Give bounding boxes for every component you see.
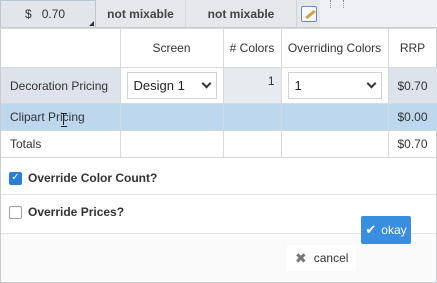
colors-count[interactable]: 1 (222, 67, 282, 104)
row-label: Decoration Pricing (1, 67, 121, 104)
edit-button[interactable] (296, 0, 320, 28)
rrp-value: $0.70 (387, 67, 437, 104)
mix-status-cell-1[interactable]: not mixable (96, 0, 186, 28)
screen-cell (119, 130, 224, 158)
chevron-down-icon (366, 78, 376, 89)
override-prices-label: Override Prices? (28, 205, 125, 219)
pricing-table: Screen # Colors Overriding Colors RRP De… (1, 28, 437, 158)
override-prices-option[interactable]: Override Prices? (9, 205, 124, 219)
close-icon: ✖ (295, 249, 307, 266)
header-rrp: RRP (387, 28, 437, 68)
overriding-cell: 1 (280, 67, 389, 104)
override-color-count-checkbox[interactable]: ✓ (9, 171, 22, 185)
screen-cell: Design 1 (119, 67, 224, 104)
top-strip: $ 0.70 not mixable not mixable (0, 0, 437, 28)
table-row-totals: Totals $0.70 (1, 130, 437, 158)
overriding-select-value: 1 (294, 78, 302, 93)
cell-corner-icon (89, 21, 94, 26)
screen-select[interactable]: Design 1 (126, 72, 217, 99)
override-color-count-label: Override Color Count? (28, 171, 158, 185)
drag-handle[interactable] (330, 0, 344, 8)
cancel-button[interactable]: ✖ cancel (287, 245, 357, 271)
overriding-colors-select[interactable]: 1 (287, 72, 382, 99)
override-color-count-option[interactable]: ✓ Override Color Count? (9, 171, 157, 185)
text-cursor-icon (61, 113, 67, 127)
mix-status-label: not mixable (107, 7, 174, 21)
mix-status-cell-2[interactable]: not mixable (186, 0, 296, 28)
check-icon: ✔ (365, 222, 377, 237)
divider (1, 194, 436, 195)
overriding-cell (280, 130, 389, 158)
overriding-cell[interactable] (280, 103, 389, 131)
price-cell[interactable]: $ 0.70 (0, 0, 96, 28)
pricing-dialog: Screen # Colors Overriding Colors RRP De… (0, 27, 437, 283)
override-prices-checkbox[interactable] (9, 205, 22, 219)
screen-cell[interactable] (119, 103, 224, 131)
header-overriding-colors: Overriding Colors (280, 28, 389, 68)
header-screen: Screen (119, 28, 224, 68)
header-blank (1, 28, 121, 68)
table-header-row: Screen # Colors Overriding Colors RRP (1, 28, 437, 68)
screen-select-value: Design 1 (133, 78, 185, 93)
okay-label: okay (381, 223, 407, 237)
rrp-value: $0.00 (387, 103, 437, 131)
okay-button[interactable]: ✔ okay (361, 216, 411, 244)
table-row: Decoration Pricing Design 1 1 1 $0.70 (1, 67, 437, 104)
price-symbol: $ (25, 7, 32, 21)
header-colors: # Colors (222, 28, 282, 68)
chevron-down-icon (201, 78, 211, 89)
mix-status-label: not mixable (207, 7, 275, 21)
cancel-label: cancel (313, 251, 349, 265)
row-label: Totals (1, 130, 121, 158)
edit-icon (300, 6, 317, 22)
colors-cell (222, 130, 282, 158)
price-value: 0.70 (41, 7, 66, 21)
rrp-value: $0.70 (387, 130, 437, 158)
colors-cell[interactable] (222, 103, 282, 131)
